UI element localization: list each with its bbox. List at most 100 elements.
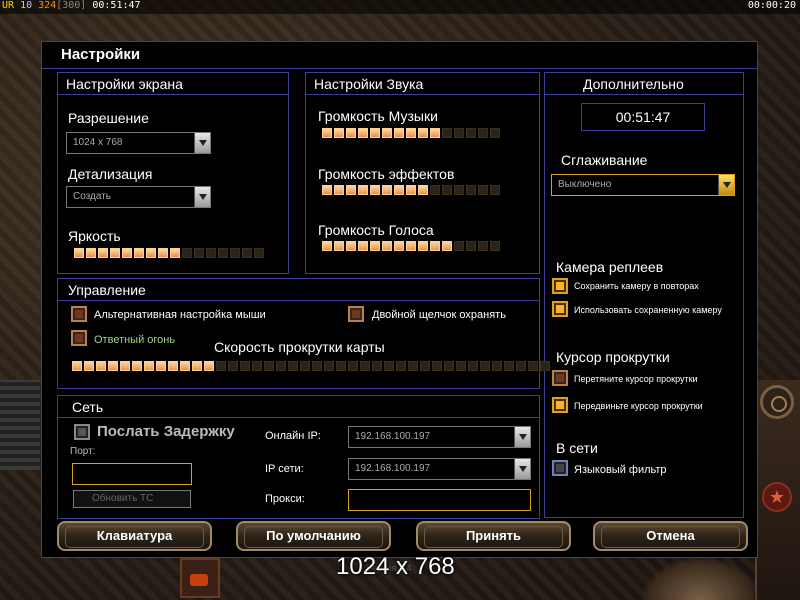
slider-segment[interactable] (228, 361, 238, 371)
chat-button[interactable] (180, 558, 220, 598)
slider-segment[interactable] (480, 361, 490, 371)
slider-segment[interactable] (432, 361, 442, 371)
slider-segment[interactable] (264, 361, 274, 371)
slider-segment[interactable] (168, 361, 178, 371)
slider-segment[interactable] (132, 361, 142, 371)
slider-segment[interactable] (348, 361, 358, 371)
slider-segment[interactable] (156, 361, 166, 371)
slider-segment[interactable] (394, 241, 404, 251)
send-delay-checkbox[interactable] (74, 424, 90, 440)
slider-segment[interactable] (216, 361, 226, 371)
slider-segment[interactable] (430, 241, 440, 251)
radar-icon[interactable] (760, 385, 794, 419)
slider-segment[interactable] (242, 248, 252, 258)
slider-segment[interactable] (442, 185, 452, 195)
slider-segment[interactable] (276, 361, 286, 371)
slider-segment[interactable] (334, 185, 344, 195)
slider-segment[interactable] (230, 248, 240, 258)
slider-segment[interactable] (360, 361, 370, 371)
slider-segment[interactable] (396, 361, 406, 371)
slider-segment[interactable] (406, 185, 416, 195)
slider-segment[interactable] (444, 361, 454, 371)
slider-segment[interactable] (84, 361, 94, 371)
chevron-down-icon[interactable] (194, 187, 210, 207)
slider-segment[interactable] (370, 241, 380, 251)
brightness-slider[interactable] (74, 248, 264, 258)
slider-segment[interactable] (394, 185, 404, 195)
slider-segment[interactable] (204, 361, 214, 371)
slider-segment[interactable] (370, 128, 380, 138)
slider-segment[interactable] (466, 128, 476, 138)
accept-button[interactable]: Принять (416, 521, 571, 551)
slider-segment[interactable] (346, 185, 356, 195)
slider-segment[interactable] (72, 361, 82, 371)
slider-segment[interactable] (454, 128, 464, 138)
resolution-select[interactable]: 1024 x 768 (66, 132, 211, 154)
slider-segment[interactable] (334, 128, 344, 138)
double-click-guard-checkbox[interactable] (348, 306, 364, 322)
slider-segment[interactable] (516, 361, 526, 371)
slider-segment[interactable] (372, 361, 382, 371)
slider-segment[interactable] (420, 361, 430, 371)
slider-segment[interactable] (442, 241, 452, 251)
slider-segment[interactable] (192, 361, 202, 371)
chevron-down-icon[interactable] (514, 459, 530, 479)
slider-segment[interactable] (74, 248, 84, 258)
slider-segment[interactable] (158, 248, 168, 258)
port-input[interactable] (72, 463, 192, 485)
slider-segment[interactable] (528, 361, 538, 371)
drag-cursor-checkbox[interactable] (552, 370, 568, 386)
language-filter-checkbox[interactable] (552, 460, 568, 476)
slider-segment[interactable] (194, 248, 204, 258)
slider-segment[interactable] (336, 361, 346, 371)
slider-segment[interactable] (430, 128, 440, 138)
slider-segment[interactable] (122, 248, 132, 258)
slider-segment[interactable] (382, 128, 392, 138)
slider-segment[interactable] (312, 361, 322, 371)
chevron-down-icon[interactable] (718, 175, 734, 195)
slider-segment[interactable] (382, 241, 392, 251)
slider-segment[interactable] (454, 185, 464, 195)
detail-select[interactable]: Создать (66, 186, 211, 208)
alt-mouse-checkbox[interactable] (71, 306, 87, 322)
cancel-button[interactable]: Отмена (593, 521, 748, 551)
slider-segment[interactable] (504, 361, 514, 371)
slider-segment[interactable] (454, 241, 464, 251)
update-tcp-button[interactable]: Обновить TC (73, 490, 191, 508)
chevron-down-icon[interactable] (194, 133, 210, 153)
slider-segment[interactable] (98, 248, 108, 258)
keyboard-button[interactable]: Клавиатура (57, 521, 212, 551)
slider-segment[interactable] (394, 128, 404, 138)
slider-segment[interactable] (418, 128, 428, 138)
slider-segment[interactable] (466, 185, 476, 195)
slider-segment[interactable] (334, 241, 344, 251)
slider-segment[interactable] (322, 241, 332, 251)
use-saved-camera-checkbox[interactable] (552, 301, 568, 317)
defaults-button[interactable]: По умолчанию (236, 521, 391, 551)
slider-segment[interactable] (358, 185, 368, 195)
slider-segment[interactable] (240, 361, 250, 371)
slider-segment[interactable] (254, 248, 264, 258)
slider-segment[interactable] (346, 241, 356, 251)
slider-segment[interactable] (170, 248, 180, 258)
slider-segment[interactable] (146, 248, 156, 258)
slider-segment[interactable] (456, 361, 466, 371)
effects-volume-slider[interactable] (322, 185, 500, 195)
slider-segment[interactable] (540, 361, 550, 371)
proxy-input[interactable] (348, 489, 531, 511)
voice-volume-slider[interactable] (322, 241, 500, 251)
slider-segment[interactable] (358, 128, 368, 138)
online-ip-select[interactable]: 192.168.100.197 (348, 426, 531, 448)
slider-segment[interactable] (96, 361, 106, 371)
slider-segment[interactable] (382, 185, 392, 195)
slider-segment[interactable] (182, 248, 192, 258)
slider-segment[interactable] (322, 185, 332, 195)
scroll-speed-slider[interactable] (72, 361, 550, 371)
music-volume-slider[interactable] (322, 128, 500, 138)
slider-segment[interactable] (370, 185, 380, 195)
slider-segment[interactable] (408, 361, 418, 371)
slider-segment[interactable] (252, 361, 262, 371)
slider-segment[interactable] (288, 361, 298, 371)
move-cursor-checkbox[interactable] (552, 397, 568, 413)
slider-segment[interactable] (218, 248, 228, 258)
